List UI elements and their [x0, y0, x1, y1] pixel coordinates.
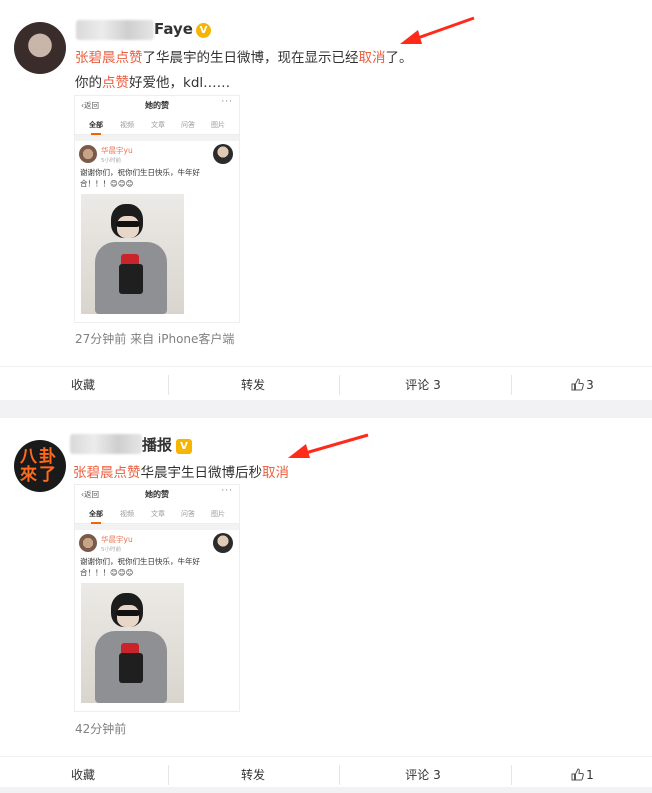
avatar[interactable] — [14, 22, 66, 74]
action-bar: 收藏 转发 评论 3 1 — [0, 756, 652, 793]
more-icon: ··· — [221, 97, 233, 107]
favorite-label: 收藏 — [70, 768, 95, 782]
thumb-up-icon — [571, 378, 585, 391]
repost-label: 转发 — [240, 378, 265, 392]
red-arrow-icon — [288, 433, 369, 458]
weibo-post-1: Faye V 张碧晨点赞了华晨宇的生日微博，现在显示已经取消了。 你的点赞好爱他，… — [0, 0, 652, 400]
username[interactable]: Faye V — [154, 20, 211, 38]
post-text-line-1: 张碧晨点赞华晨宇生日微博后秒取消 — [73, 461, 289, 481]
comment-button[interactable]: 评论 3 — [340, 757, 506, 793]
screenshot-tabs: 全部 视频 文章 问答 图片 — [75, 114, 239, 135]
username[interactable]: 播报 V — [142, 434, 193, 455]
screenshot-title: 她的赞 — [145, 101, 169, 110]
post-meta: 27分钟前 来自 iPhone客户端 — [75, 332, 235, 346]
screenshot-header: ‹返回 她的赞 ··· — [75, 485, 239, 503]
screenshot-title: 她的赞 — [145, 490, 169, 499]
post-time: 5小时前 — [101, 547, 121, 553]
favorite-label: 收藏 — [70, 378, 95, 392]
embedded-screenshot[interactable]: ‹返回 她的赞 ··· 全部 视频 文章 问答 图片 华晨宇yu 5小时前 谢谢… — [74, 95, 240, 323]
tab-qa: 问答 — [181, 510, 195, 518]
like-count: 1 — [586, 768, 594, 782]
action-bar: 收藏 转发 评论 3 3 — [0, 366, 652, 403]
post-text-line-2: 你的点赞好爱他，kdl…… — [75, 71, 230, 91]
repost-button[interactable]: 转发 — [170, 367, 336, 403]
tab-article: 文章 — [151, 510, 165, 518]
photo — [81, 194, 184, 314]
avatar — [213, 533, 233, 553]
post-text: 好爱他，kdl…… — [129, 75, 231, 91]
highlight-text: 张碧晨点赞 — [73, 465, 141, 481]
tab-video: 视频 — [120, 510, 134, 518]
highlight-text: 张碧晨点赞 — [75, 50, 143, 66]
avatar — [79, 534, 97, 552]
author-name: 华晨宇yu — [101, 146, 133, 155]
post-meta: 42分钟前 — [75, 722, 127, 736]
post-time: 5小时前 — [101, 158, 121, 164]
tab-video: 视频 — [120, 121, 134, 129]
screenshot-text: 谢谢你们，祝你们生日快乐，牛年好合！！！😊😊😊 — [80, 557, 200, 577]
favorite-button[interactable]: 收藏 — [0, 367, 166, 403]
like-count: 3 — [586, 378, 594, 392]
thumb-up-icon — [571, 768, 585, 781]
screenshot-author: 华晨宇yu 5小时前 — [75, 141, 239, 167]
post-text: 了。 — [385, 50, 413, 66]
embedded-screenshot[interactable]: ‹返回 她的赞 ··· 全部 视频 文章 问答 图片 华晨宇yu 5小时前 谢谢… — [74, 484, 240, 712]
weibo-post-2: 八卦來了 播报 V 张碧晨点赞华晨宇生日微博后秒取消 ‹返回 她的赞 ··· 全部… — [0, 418, 652, 787]
tab-photo: 图片 — [211, 510, 225, 518]
repost-label: 转发 — [240, 768, 265, 782]
comment-button[interactable]: 评论 3 — [340, 367, 506, 403]
highlight-text: 取消 — [262, 465, 289, 481]
tab-all: 全部 — [89, 121, 103, 135]
like-button[interactable]: 1 — [513, 757, 652, 793]
author-name: 华晨宇yu — [101, 535, 133, 544]
post-text: 你的 — [75, 75, 102, 91]
tab-article: 文章 — [151, 121, 165, 129]
screenshot-text: 谢谢你们，祝你们生日快乐，牛年好合！！！😊😊😊 — [80, 168, 200, 188]
repost-button[interactable]: 转发 — [170, 757, 336, 793]
avatar[interactable]: 八卦來了 — [14, 440, 66, 492]
username-text[interactable]: 播报 — [142, 436, 172, 454]
like-button[interactable]: 3 — [513, 367, 652, 403]
tab-qa: 问答 — [181, 121, 195, 129]
comment-label: 评论 3 — [405, 378, 441, 392]
post-text-line-1: 张碧晨点赞了华晨宇的生日微博，现在显示已经取消了。 — [75, 46, 413, 66]
verified-badge-icon: V — [176, 439, 193, 454]
tab-all: 全部 — [89, 510, 103, 524]
tab-photo: 图片 — [211, 121, 225, 129]
blurred-username — [70, 434, 142, 454]
more-icon: ··· — [221, 486, 233, 496]
avatar-text: 八卦來了 — [20, 447, 58, 485]
red-arrow-icon — [400, 16, 475, 44]
blurred-username — [76, 20, 154, 40]
post-text: 华晨宇生日微博后秒 — [140, 465, 263, 481]
verified-badge-icon: V — [195, 23, 211, 38]
screenshot-tabs: 全部 视频 文章 问答 图片 — [75, 503, 239, 524]
screenshot-author: 华晨宇yu 5小时前 — [75, 530, 239, 556]
photo — [81, 583, 184, 703]
avatar — [213, 144, 233, 164]
avatar — [79, 145, 97, 163]
comment-label: 评论 3 — [405, 768, 441, 782]
highlight-text: 取消 — [358, 50, 386, 66]
screenshot-header: ‹返回 她的赞 ··· — [75, 96, 239, 114]
favorite-button[interactable]: 收藏 — [0, 757, 166, 793]
username-text[interactable]: Faye — [154, 20, 193, 38]
post-text: 了华晨宇的生日微博，现在显示已经 — [142, 50, 359, 66]
highlight-text: 点赞 — [102, 75, 129, 91]
